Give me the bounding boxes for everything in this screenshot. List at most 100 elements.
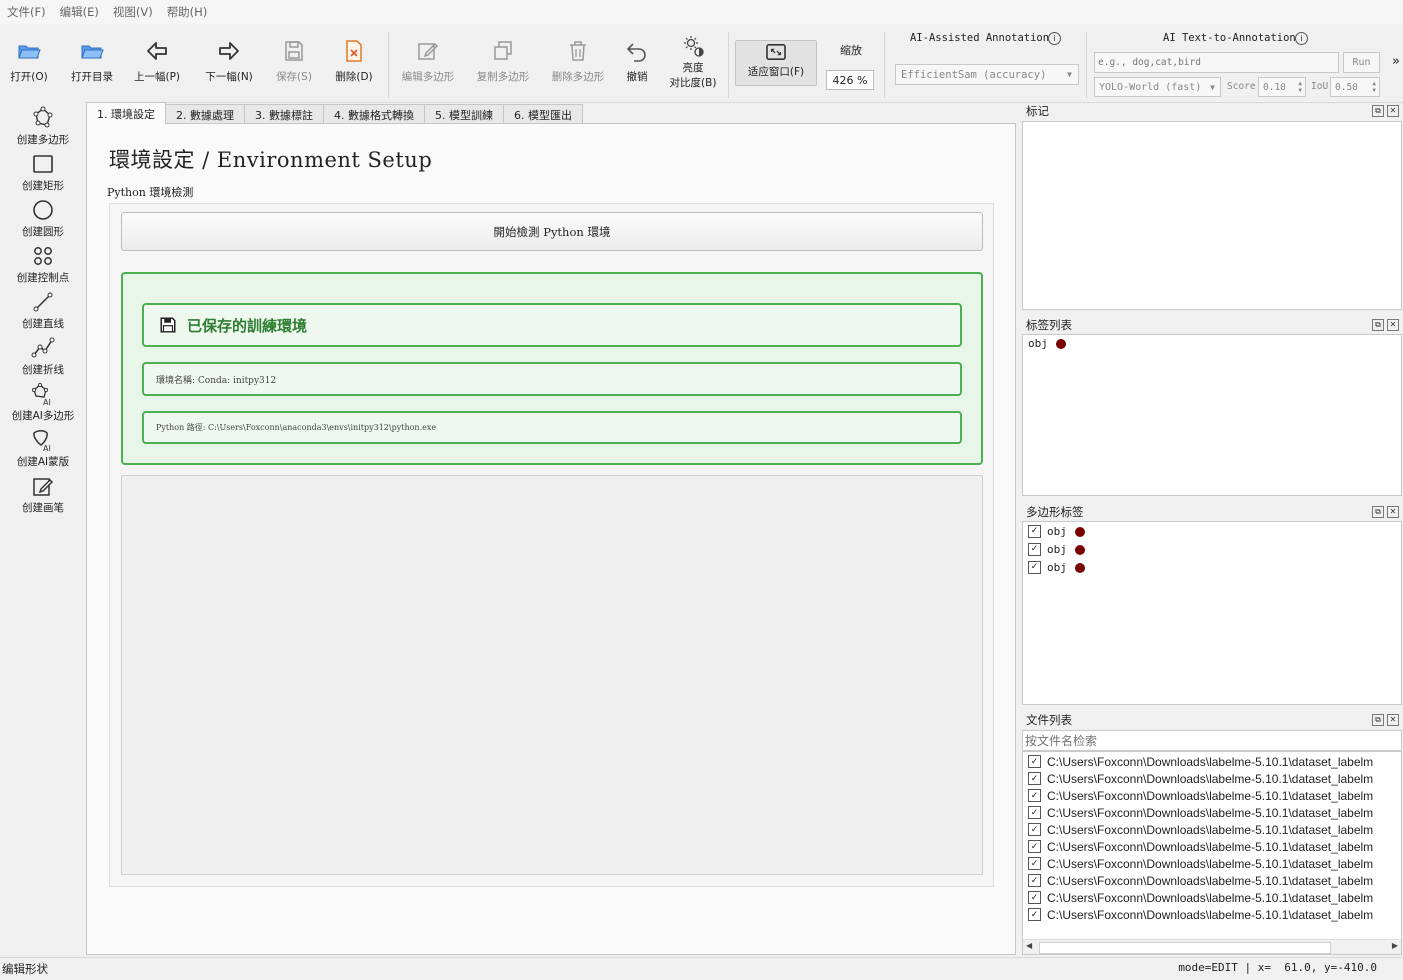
tab-format-conversion[interactable]: 4. 數據格式轉換	[323, 104, 425, 124]
create-ai-polygon-button[interactable]: AI 创建AI多边形	[0, 382, 86, 423]
float-icon[interactable]: ⧉	[1372, 319, 1384, 331]
menu-view[interactable]: 视图(V)	[106, 4, 160, 20]
create-polygon-button[interactable]: 创建多边形	[0, 106, 86, 147]
float-icon[interactable]: ⧉	[1372, 506, 1384, 518]
create-point-button[interactable]: 创建控制点	[0, 244, 86, 285]
scrollbar-thumb[interactable]	[1039, 942, 1331, 954]
create-ai-mask-button[interactable]: AI 创建AI蒙版	[0, 428, 86, 469]
delete-polygon-button[interactable]: 删除多边形	[546, 24, 610, 102]
checkbox[interactable]: ✓	[1028, 755, 1041, 768]
list-item[interactable]: obj	[1028, 337, 1066, 350]
file-list-item[interactable]: ✓ C:\Users\Foxconn\Downloads\labelme-5.10…	[1028, 753, 1373, 770]
spin-arrows-icon: ▲ ▼	[1372, 80, 1376, 94]
create-line-button[interactable]: 创建直线	[0, 290, 86, 331]
scroll-right-icon[interactable]: ▶	[1392, 941, 1398, 950]
next-image-button[interactable]: 下一幅(N)	[200, 24, 258, 102]
tab-model-training[interactable]: 5. 模型訓練	[424, 104, 504, 124]
label-list[interactable]: obj	[1022, 334, 1402, 496]
brightness-contrast-button[interactable]: 亮度 对比度(B)	[664, 24, 722, 102]
tab-environment[interactable]: 1. 環境設定	[86, 102, 166, 124]
checkbox[interactable]: ✓	[1028, 874, 1041, 887]
ai-model-select[interactable]: EfficientSam (accuracy) ▼	[895, 64, 1079, 85]
create-brush-button[interactable]: 创建画笔	[0, 474, 86, 515]
checkbox[interactable]: ✓	[1028, 543, 1041, 556]
checkbox[interactable]: ✓	[1028, 561, 1041, 574]
ai-assisted-title: AI-Assisted Annotation	[910, 32, 1050, 44]
checkbox[interactable]: ✓	[1028, 908, 1041, 921]
tab-annotation[interactable]: 3. 數據標註	[244, 104, 324, 124]
checkbox[interactable]: ✓	[1028, 772, 1041, 785]
delete-file-button[interactable]: 删除(D)	[330, 24, 378, 102]
zoom-input[interactable]: 426 %	[826, 70, 874, 90]
file-list-item[interactable]: ✓ C:\Users\Foxconn\Downloads\labelme-5.10…	[1028, 889, 1373, 906]
file-list-item[interactable]: ✓ C:\Users\Foxconn\Downloads\labelme-5.10…	[1028, 855, 1373, 872]
env-name-row: 環境名稱: Conda: initpy312	[142, 362, 962, 396]
edit-polygon-button[interactable]: 编辑多边形	[396, 24, 460, 102]
checkbox[interactable]: ✓	[1028, 789, 1041, 802]
fit-window-button[interactable]: 适应窗口(F)	[735, 40, 817, 86]
text-prompt-input[interactable]	[1094, 52, 1339, 73]
polygon-labels-list[interactable]: ✓ obj ✓ obj ✓ obj	[1022, 521, 1402, 705]
file-list-item[interactable]: ✓ C:\Users\Foxconn\Downloads\labelme-5.10…	[1028, 787, 1373, 804]
menu-help[interactable]: 帮助(H)	[160, 4, 215, 20]
menu-edit[interactable]: 编辑(E)	[53, 4, 106, 20]
flags-list[interactable]	[1022, 121, 1402, 310]
horizontal-scrollbar[interactable]: ◀ ▶	[1023, 939, 1401, 954]
file-list[interactable]: ✓ C:\Users\Foxconn\Downloads\labelme-5.10…	[1022, 751, 1402, 955]
section-label: Python 環境檢測	[107, 186, 194, 199]
tab-model-export[interactable]: 6. 模型匯出	[503, 104, 583, 124]
copy-polygon-button[interactable]: 复制多边形	[470, 24, 536, 102]
file-list-item[interactable]: ✓ C:\Users\Foxconn\Downloads\labelme-5.10…	[1028, 804, 1373, 821]
checkbox[interactable]: ✓	[1028, 891, 1041, 904]
chevron-down-icon: ▼	[1210, 82, 1215, 92]
file-list-item[interactable]: ✓ C:\Users\Foxconn\Downloads\labelme-5.10…	[1028, 821, 1373, 838]
file-list-item[interactable]: ✓ C:\Users\Foxconn\Downloads\labelme-5.10…	[1028, 838, 1373, 855]
toolbar-overflow-button[interactable]: »	[1392, 54, 1400, 69]
undo-icon	[626, 43, 646, 62]
file-list-item[interactable]: ✓ C:\Users\Foxconn\Downloads\labelme-5.10…	[1028, 906, 1373, 923]
open-dir-button[interactable]: 打开目录	[64, 24, 120, 102]
file-list-item[interactable]: ✓ C:\Users\Foxconn\Downloads\labelme-5.10…	[1028, 872, 1373, 889]
float-icon[interactable]: ⧉	[1372, 714, 1384, 726]
file-list-item[interactable]: ✓ C:\Users\Foxconn\Downloads\labelme-5.10…	[1028, 770, 1373, 787]
close-icon[interactable]: ✕	[1387, 714, 1399, 726]
float-icon[interactable]: ⧉	[1372, 105, 1384, 117]
menu-file[interactable]: 文件(F)	[0, 4, 53, 20]
open-button[interactable]: 打开(O)	[4, 24, 54, 102]
save-button[interactable]: 保存(S)	[268, 24, 320, 102]
checkbox[interactable]: ✓	[1028, 806, 1041, 819]
file-search-input[interactable]	[1022, 730, 1402, 751]
close-icon[interactable]: ✕	[1387, 506, 1399, 518]
close-icon[interactable]: ✕	[1387, 105, 1399, 117]
checkbox[interactable]: ✓	[1028, 840, 1041, 853]
text-model-select[interactable]: YOLO-World (fast) ▼	[1094, 77, 1221, 97]
ai-mask-icon: AI	[33, 430, 51, 452]
rectangle-icon	[33, 155, 53, 173]
flags-dock-title: 标记 ⧉ ✕	[1022, 102, 1403, 120]
pen-icon	[33, 478, 54, 496]
floppy-disk-icon	[160, 317, 176, 333]
iou-spinbox[interactable]: 0.50 ▲ ▼	[1330, 77, 1380, 97]
prev-image-button[interactable]: 上一幅(P)	[128, 24, 186, 102]
log-output-area[interactable]	[121, 475, 983, 875]
list-item[interactable]: ✓ obj	[1028, 561, 1085, 574]
run-button[interactable]: Run	[1343, 52, 1380, 73]
list-item[interactable]: ✓ obj	[1028, 543, 1085, 556]
color-dot	[1074, 544, 1085, 555]
check-python-button[interactable]: 開始檢測 Python 環境	[121, 212, 983, 251]
scroll-left-icon[interactable]: ◀	[1026, 941, 1032, 950]
create-circle-button[interactable]: 创建圆形	[0, 198, 86, 239]
checkbox[interactable]: ✓	[1028, 823, 1041, 836]
list-item[interactable]: ✓ obj	[1028, 525, 1085, 538]
tab-data-processing[interactable]: 2. 數據處理	[165, 104, 245, 124]
checkbox[interactable]: ✓	[1028, 857, 1041, 870]
create-linestrip-button[interactable]: 创建折线	[0, 336, 86, 377]
copy-icon	[494, 41, 512, 60]
close-icon[interactable]: ✕	[1387, 319, 1399, 331]
score-spinbox[interactable]: 0.10 ▲ ▼	[1258, 77, 1306, 97]
info-icon[interactable]: i	[1048, 32, 1061, 45]
undo-button[interactable]: 撤销	[618, 24, 656, 102]
create-rectangle-button[interactable]: 创建矩形	[0, 152, 86, 193]
info-icon[interactable]: i	[1295, 32, 1308, 45]
checkbox[interactable]: ✓	[1028, 525, 1041, 538]
